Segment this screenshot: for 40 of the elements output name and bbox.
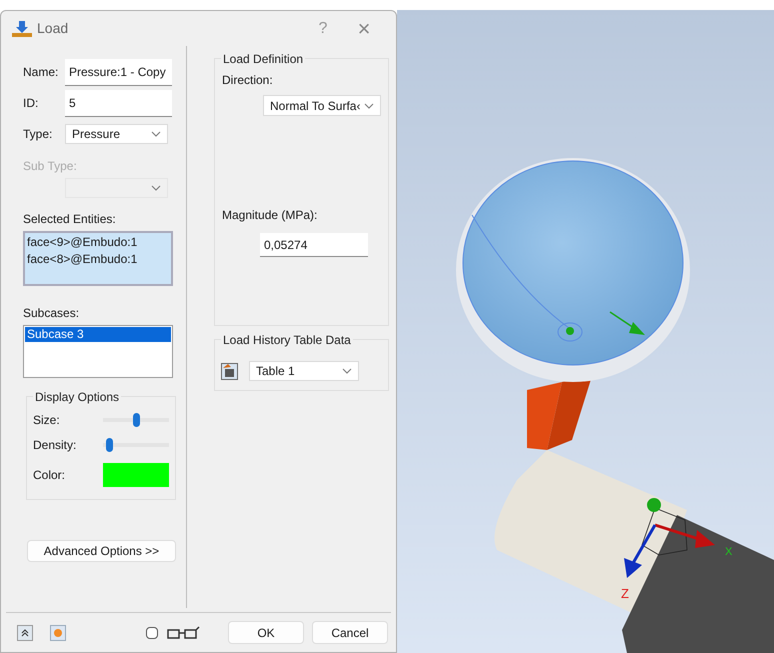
slider-thumb[interactable] — [132, 413, 140, 427]
subtype-label: Sub Type: — [23, 158, 78, 175]
name-label: Name: — [23, 64, 59, 81]
chevron-icon — [151, 131, 161, 137]
entity-item[interactable]: face<9>@Embudo:1 — [27, 234, 169, 251]
subcases-label: Subcases: — [23, 305, 80, 322]
type-label: Type: — [23, 126, 54, 143]
glasses-icon — [166, 626, 200, 640]
window-title: Load — [37, 19, 68, 38]
color-label: Color: — [33, 467, 66, 484]
chevron-icon — [342, 368, 352, 374]
color-swatch[interactable] — [103, 463, 169, 487]
direction-dropdown[interactable]: Normal To Surfa‹ — [263, 95, 381, 116]
double-chevron-icon — [21, 628, 29, 636]
table-dropdown[interactable]: Table 1 — [249, 361, 359, 381]
density-label: Density: — [33, 437, 76, 454]
settings-button[interactable] — [50, 624, 66, 640]
entity-item[interactable]: face<8>@Embudo:1 — [27, 251, 169, 268]
name-field[interactable]: Pressure:1 - Copy — [65, 58, 172, 86]
table-icon[interactable] — [221, 362, 238, 380]
ok-button[interactable]: OK — [228, 621, 304, 644]
magnitude-field[interactable]: 0,05274 — [260, 233, 368, 257]
preview-checkbox[interactable] — [146, 626, 158, 638]
entities-list[interactable]: face<9>@Embudo:1 face<8>@Embudo:1 — [23, 231, 173, 286]
id-label: ID: — [23, 95, 40, 112]
cancel-button[interactable]: Cancel — [312, 621, 388, 644]
collapse-button[interactable] — [17, 624, 33, 640]
chevron-icon — [364, 102, 374, 108]
magnitude-label: Magnitude (MPa): — [222, 207, 318, 224]
chevron-icon — [151, 185, 161, 191]
advanced-options-button[interactable]: Advanced Options >> — [27, 540, 176, 562]
size-label: Size: — [33, 412, 60, 429]
slider-thumb[interactable] — [106, 438, 113, 452]
subcase-item[interactable]: Subcase 3 — [25, 327, 171, 342]
type-dropdown[interactable]: Pressure — [65, 124, 168, 144]
direction-label: Direction: — [222, 72, 274, 89]
entities-label: Selected Entities: — [23, 211, 117, 228]
model-viewport-drawing: Z X — [397, 10, 774, 653]
load-icon — [11, 20, 33, 38]
id-field[interactable]: 5 — [65, 90, 172, 116]
